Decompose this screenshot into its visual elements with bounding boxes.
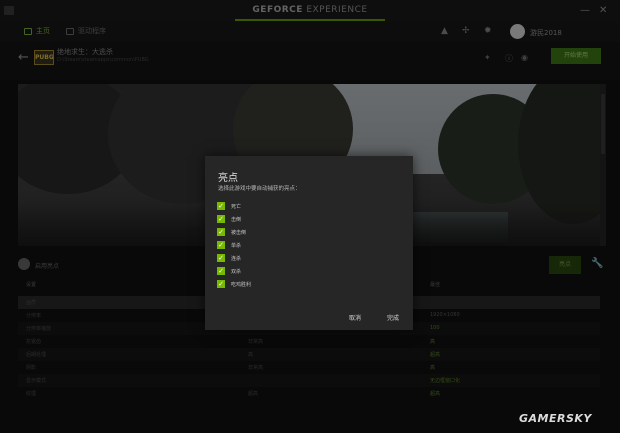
checkbox-checked-icon[interactable]: ✓ — [217, 280, 225, 288]
option-multi-kill[interactable]: ✓ 连杀 — [217, 254, 241, 262]
dialog-title: 亮点 — [218, 173, 238, 184]
option-double-kill[interactable]: ✓ 双杀 — [217, 267, 241, 275]
option-death[interactable]: ✓ 死亡 — [217, 202, 241, 210]
checkbox-checked-icon[interactable]: ✓ — [217, 254, 225, 262]
option-knocked[interactable]: ✓ 被击倒 — [217, 228, 246, 236]
dialog-subtitle: 选择此游戏中要自动捕获的亮点： — [218, 186, 301, 192]
option-chicken-dinner[interactable]: ✓ 吃鸡胜利 — [217, 280, 251, 288]
checkbox-checked-icon[interactable]: ✓ — [217, 241, 225, 249]
cancel-button[interactable]: 取消 — [349, 313, 361, 322]
highlights-dialog: 亮点 选择此游戏中要自动捕获的亮点： ✓ 死亡 ✓ 击倒 ✓ 被击倒 ✓ 单杀 ✓ 连杀 … — [205, 156, 413, 330]
checkbox-checked-icon[interactable]: ✓ — [217, 202, 225, 210]
checkbox-checked-icon[interactable]: ✓ — [217, 267, 225, 275]
option-knockdown[interactable]: ✓ 击倒 — [217, 215, 241, 223]
checkbox-checked-icon[interactable]: ✓ — [217, 215, 225, 223]
done-button[interactable]: 完成 — [387, 313, 399, 322]
option-single-kill[interactable]: ✓ 单杀 — [217, 241, 241, 249]
watermark: GAMERSKY — [519, 412, 592, 425]
checkbox-checked-icon[interactable]: ✓ — [217, 228, 225, 236]
